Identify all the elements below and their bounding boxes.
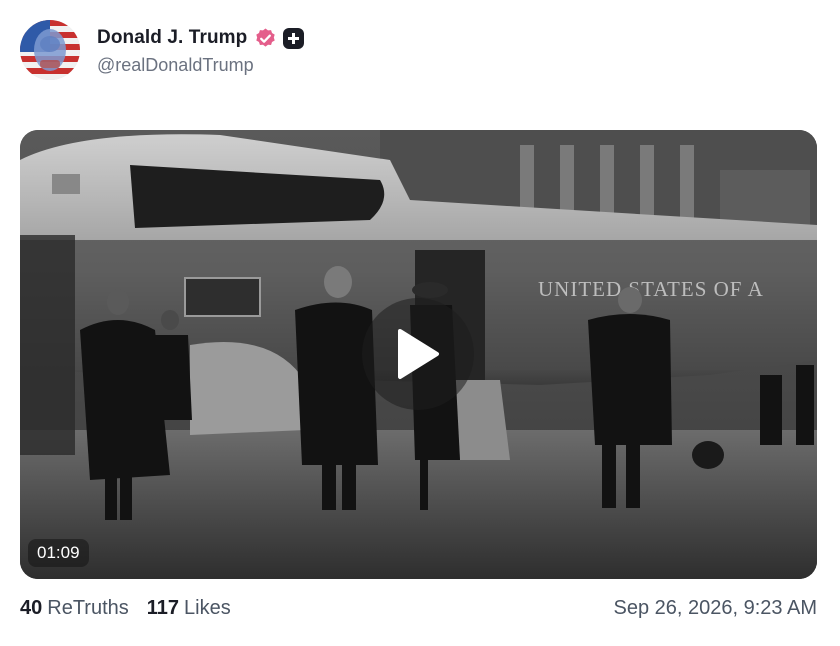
retruths-label: ReTruths — [47, 596, 129, 619]
video-player[interactable]: UNITED STATES OF A 01:09 — [20, 130, 817, 579]
retruths-stat[interactable]: 40 ReTruths — [20, 597, 129, 620]
likes-count: 117 — [146, 596, 180, 619]
plus-badge-icon — [283, 27, 305, 49]
likes-label: Likes — [184, 596, 231, 619]
play-icon — [398, 329, 439, 379]
helicopter-lettering: UNITED STATES OF A — [538, 277, 764, 301]
retruths-count: 40 — [20, 596, 43, 619]
post-timestamp[interactable]: Sep 26, 2026, 9:23 AM — [614, 597, 818, 620]
likes-stat[interactable]: 117 Likes — [147, 597, 231, 620]
author-name[interactable]: Donald J. Trump — [97, 27, 247, 49]
verified-badge-icon — [254, 27, 277, 50]
avatar[interactable] — [20, 20, 80, 80]
post-header: Donald J. Trump @realDonaldTrump — [20, 20, 305, 82]
play-button[interactable] — [362, 298, 474, 410]
author-handle[interactable]: @realDonaldTrump — [97, 55, 304, 76]
video-duration: 01:09 — [28, 539, 89, 567]
post-stats: 40 ReTruths 117 Likes Sep 26, 2026, 9:23… — [20, 594, 817, 622]
